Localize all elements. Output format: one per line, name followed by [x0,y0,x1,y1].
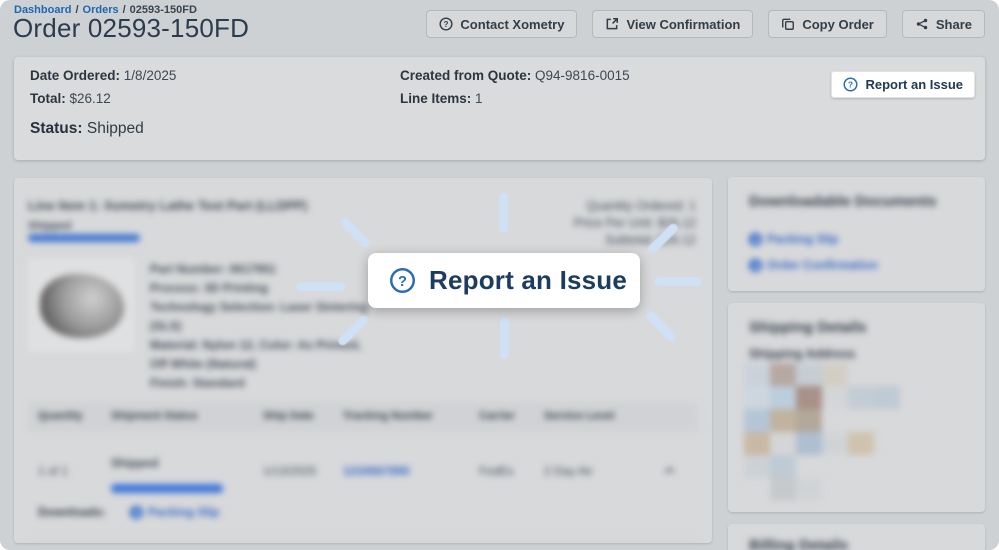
line-item-status: Shipped [28,220,72,232]
report-an-issue-button[interactable]: ? Report an Issue [831,71,975,98]
copy-order-button[interactable]: Copy Order [768,10,887,38]
share-icon [916,18,928,30]
line-item-heading: Line Item 1: Xometry Lathe Test Part (LL… [28,198,308,213]
download-icon [749,258,762,272]
contact-xometry-button[interactable]: ? Contact Xometry [426,10,578,38]
part-image [40,274,124,338]
order-summary-panel: Date Ordered: 1/8/2025 Total: $26.12 Cre… [14,57,985,160]
report-an-issue-label: Report an Issue [865,77,963,92]
header-actions: ? Contact Xometry View Confirmation Copy… [426,10,985,38]
shipment-progress-bar [111,484,223,493]
order-confirmation-doc-link[interactable]: Order Confirmation [749,258,878,272]
documents-heading: Downloadable Documents [749,193,937,210]
downloadable-documents-card: Downloadable Documents Packing Slip Orde… [728,177,985,291]
contact-xometry-label: Contact Xometry [460,16,565,32]
share-label: Share [935,16,972,32]
view-confirmation-button[interactable]: View Confirmation [592,10,754,38]
shipping-address-label: Shipping Address [749,347,856,361]
card-divider [28,541,698,542]
shipment-table-row: 1 of 1 Shipped 1/13/2025 1234567890 FedE… [28,456,698,506]
billing-details-card: Billing Details [728,524,985,550]
line-item-card: Line Item 1: Xometry Lathe Test Part (LL… [14,178,712,543]
redacted-shipping-address [744,363,904,505]
status-row: Status: Shipped [30,120,144,137]
question-circle-icon: ? [843,77,858,92]
ray-right [654,277,702,286]
question-circle-icon: ? [390,268,415,293]
shipping-details-heading: Shipping Details [749,319,867,336]
svg-text:?: ? [398,274,407,290]
downloads-row: Downloads: Packing Slip [38,505,219,519]
spotlight-label: Report an Issue [429,265,628,295]
status-value: Shipped [86,120,144,137]
order-detail-page: Dashboard / Orders/02593-150FD Order 02593… [0,0,999,550]
line-items-row: Line Items: 1 [400,91,483,106]
report-an-issue-spotlight[interactable]: ? Report an Issue [368,253,640,308]
shipping-details-card: Shipping Details Shipping Address [728,303,985,512]
packing-slip-doc-link[interactable]: Packing Slip [749,232,838,246]
billing-details-heading: Billing Details [749,537,849,550]
download-icon [749,232,762,246]
external-link-icon [607,17,619,30]
ray-top [499,193,508,233]
packing-slip-link[interactable]: Packing Slip [130,505,219,519]
created-from-quote-row: Created from Quote: Q94-9816-0015 [400,68,630,83]
date-ordered-row: Date Ordered: 1/8/2025 [30,68,177,83]
part-thumbnail[interactable] [28,258,135,352]
svg-text:?: ? [848,80,853,90]
part-details: Part Number: 0617951 Process: 3D Printin… [150,262,368,390]
copy-order-label: Copy Order [802,16,874,32]
svg-text:?: ? [444,20,449,29]
download-icon [130,505,143,519]
line-item-pricing: Quantity Ordered: 1 Price Per Unit: $26.… [573,199,696,247]
shipments-table-header: Quantity Shipment Status Ship Date Track… [28,402,698,432]
ray-left [296,282,346,291]
view-confirmation-label: View Confirmation [626,16,741,32]
share-button[interactable]: Share [901,10,985,38]
tracking-number-link[interactable]: 1234567890 [343,464,410,478]
line-item-progress-bar [28,234,140,242]
question-circle-icon: ? [439,17,453,31]
copy-icon [782,18,795,30]
downloads-label: Downloads: [38,505,106,519]
chevron-up-icon[interactable] [663,464,676,480]
page-title: Order 02593-150FD [13,13,250,43]
total-row: Total: $26.12 [30,91,111,106]
ray-bottom [500,317,509,359]
